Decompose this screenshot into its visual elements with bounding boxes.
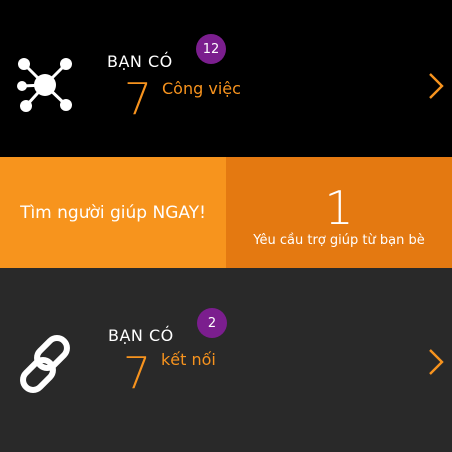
connections-count: 7 [123, 348, 151, 399]
connections-unit: kết nối [161, 350, 216, 369]
connections-badge: 2 [197, 308, 227, 338]
jobs-count: 7 [124, 74, 152, 125]
help-requests-tile[interactable]: 1 Yêu cầu trợ giúp từ bạn bè [226, 157, 452, 268]
find-help-now-button[interactable]: Tìm người giúp NGAY! [0, 157, 226, 268]
chevron-right-icon[interactable] [426, 71, 446, 101]
jobs-panel[interactable]: BẠN CÓ 12 7 Công việc [0, 0, 452, 157]
connections-prefix: BẠN CÓ [108, 326, 174, 345]
find-help-label: Tìm người giúp NGAY! [20, 202, 206, 223]
help-requests-caption: Yêu cầu trợ giúp từ bạn bè [253, 233, 425, 248]
help-row: Tìm người giúp NGAY! 1 Yêu cầu trợ giúp … [0, 157, 452, 268]
network-nodes-icon [17, 58, 72, 112]
connections-panel[interactable]: BẠN CÓ 2 7 kết nối [0, 268, 452, 452]
help-requests-count: 1 [324, 181, 354, 235]
jobs-prefix: BẠN CÓ [107, 52, 173, 71]
chevron-right-icon[interactable] [426, 347, 446, 377]
jobs-unit: Công việc [162, 79, 241, 98]
jobs-badge: 12 [196, 34, 226, 64]
chain-link-icon [20, 335, 70, 393]
